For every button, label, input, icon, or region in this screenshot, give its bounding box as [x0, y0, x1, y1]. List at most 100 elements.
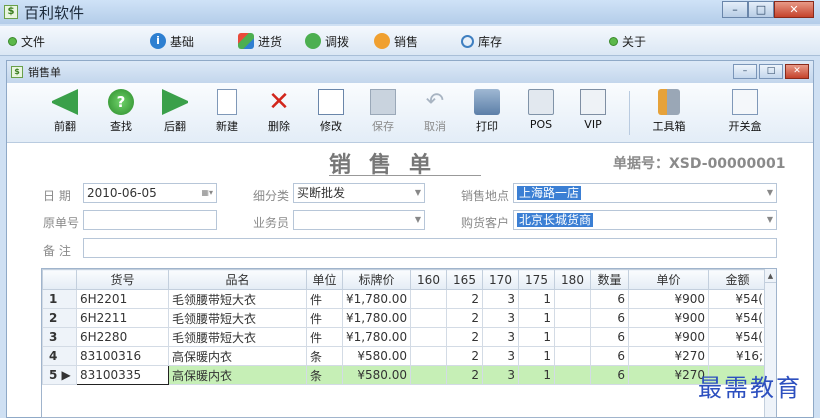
cell-s165[interactable]: 2 [446, 346, 483, 366]
cell-list-price[interactable]: ¥1,780.00 [342, 327, 411, 347]
cell-unit[interactable]: 条 [306, 365, 343, 385]
column-header[interactable]: 160 [410, 269, 447, 290]
maximize-button[interactable]: □ [748, 1, 774, 18]
cell-s165[interactable]: 2 [446, 365, 483, 385]
cell-s175[interactable]: 1 [518, 289, 555, 309]
cashbox-button[interactable]: 开关盒 [723, 87, 767, 139]
column-header[interactable]: 180 [554, 269, 591, 290]
scroll-up-icon[interactable]: ▲ [765, 269, 776, 283]
print-button[interactable]: 打印 [465, 87, 509, 139]
cell-s160[interactable] [410, 346, 447, 366]
customer-select[interactable]: 北京长城货商 ▼ [513, 210, 777, 230]
items-grid[interactable]: 货号 品名 单位 标牌价 160 165 170 175 180 数量 单价 金… [41, 268, 777, 418]
calendar-dropdown-icon[interactable]: ▦▾ [201, 184, 213, 202]
cell-s160[interactable] [410, 289, 447, 309]
child-maximize-button[interactable]: □ [759, 64, 783, 79]
cell-code[interactable]: 83100335 [76, 365, 169, 385]
find-button[interactable]: ? 查找 [99, 87, 143, 139]
cell-code[interactable]: 6H2211 [76, 308, 169, 328]
cell-s170[interactable]: 3 [482, 327, 519, 347]
menu-purchase[interactable]: 进货 [238, 31, 282, 51]
date-field[interactable]: 2010-06-05 ▦▾ [83, 183, 217, 203]
cell-list-price[interactable]: ¥1,780.00 [342, 289, 411, 309]
note-field[interactable] [83, 238, 777, 258]
cell-amount[interactable]: ¥16; [708, 346, 767, 366]
table-row[interactable]: 1 6H2201 毛领腰带短大衣件 ¥1,780.00 2 3 1 6 ¥900 ¥54( [42, 289, 767, 309]
cell-price[interactable]: ¥900 [628, 289, 709, 309]
cell-amount[interactable]: ¥54( [708, 327, 767, 347]
edit-button[interactable]: 修改 [309, 87, 353, 139]
location-select[interactable]: 上海路一店 ▼ [513, 183, 777, 203]
cell-list-price[interactable]: ¥580.00 [342, 365, 411, 385]
table-row[interactable]: 2 6H2211 毛领腰带短大衣件 ¥1,780.00 2 3 1 6 ¥900 ¥54( [42, 308, 767, 328]
cell-price[interactable]: ¥900 [628, 327, 709, 347]
cell-unit[interactable]: 件 [306, 308, 343, 328]
column-header[interactable]: 165 [446, 269, 483, 290]
cell-name[interactable]: 高保暖内衣 [168, 346, 307, 366]
cell-s170[interactable]: 3 [482, 346, 519, 366]
delete-button[interactable]: ✕ 删除 [257, 87, 301, 139]
cell-s170[interactable]: 3 [482, 365, 519, 385]
cell-code[interactable]: 6H2280 [76, 327, 169, 347]
cell-s180[interactable] [554, 289, 591, 309]
cell-amount[interactable]: ¥54( [708, 308, 767, 328]
cell-s160[interactable] [410, 327, 447, 347]
cell-s165[interactable]: 2 [446, 308, 483, 328]
column-header[interactable]: 单位 [306, 269, 343, 290]
menu-inventory[interactable]: 库存 [461, 31, 502, 51]
cell-qty[interactable]: 6 [590, 346, 629, 366]
cell-price[interactable]: ¥270 [628, 365, 709, 385]
cell-name[interactable]: 高保暖内衣 [168, 365, 307, 385]
cell-code[interactable]: 83100316 [76, 346, 169, 366]
column-header[interactable]: 单价 [628, 269, 709, 290]
cell-s175[interactable]: 1 [518, 365, 555, 385]
menu-sales[interactable]: 销售 [374, 31, 418, 51]
cell-amount[interactable]: ¥54( [708, 289, 767, 309]
menu-transfer[interactable]: 调拨 [305, 31, 349, 51]
cell-name[interactable]: 毛领腰带短大衣 [168, 327, 307, 347]
child-minimize-button[interactable]: – [733, 64, 757, 79]
cell-list-price[interactable]: ¥580.00 [342, 346, 411, 366]
tools-button[interactable]: 工具箱 [647, 87, 691, 139]
child-close-button[interactable]: ✕ [785, 64, 809, 79]
prev-button[interactable]: 前翻 [43, 87, 87, 139]
cell-s160[interactable] [410, 365, 447, 385]
clerk-select[interactable]: ▼ [293, 210, 425, 230]
cell-s180[interactable] [554, 327, 591, 347]
column-header[interactable]: 品名 [168, 269, 307, 290]
cell-unit[interactable]: 条 [306, 346, 343, 366]
menu-about[interactable]: 关于 [609, 31, 646, 51]
column-header[interactable]: 货号 [76, 269, 169, 290]
cell-qty[interactable]: 6 [590, 365, 629, 385]
table-row[interactable]: 4 83100316 高保暖内衣条 ¥580.00 2 3 1 6 ¥270 ¥16; [42, 346, 767, 366]
cell-s160[interactable] [410, 308, 447, 328]
table-row[interactable]: 3 6H2280 毛领腰带短大衣件 ¥1,780.00 2 3 1 6 ¥900 ¥54( [42, 327, 767, 347]
cell-qty[interactable]: 6 [590, 308, 629, 328]
menu-file[interactable]: 文件 [8, 31, 45, 51]
category-select[interactable]: 买断批发 ▼ [293, 183, 425, 203]
minimize-button[interactable]: – [722, 1, 748, 18]
close-button[interactable]: ✕ [774, 1, 814, 18]
cell-price[interactable]: ¥270 [628, 346, 709, 366]
cell-list-price[interactable]: ¥1,780.00 [342, 308, 411, 328]
cell-name[interactable]: 毛领腰带短大衣 [168, 289, 307, 309]
cell-s165[interactable]: 2 [446, 289, 483, 309]
cell-s175[interactable]: 1 [518, 346, 555, 366]
cell-s180[interactable] [554, 346, 591, 366]
cell-unit[interactable]: 件 [306, 327, 343, 347]
pos-button[interactable]: POS [519, 87, 563, 139]
next-button[interactable]: 后翻 [153, 87, 197, 139]
cell-s180[interactable] [554, 365, 591, 385]
cell-s180[interactable] [554, 308, 591, 328]
cell-code[interactable]: 6H2201 [76, 289, 169, 309]
column-header[interactable]: 数量 [590, 269, 629, 290]
column-header[interactable]: 金额 [708, 269, 767, 290]
cancel-button[interactable]: ↶ 取消 [413, 87, 457, 139]
cell-s165[interactable]: 2 [446, 327, 483, 347]
new-button[interactable]: 新建 [205, 87, 249, 139]
column-header[interactable]: 175 [518, 269, 555, 290]
cell-name[interactable]: 毛领腰带短大衣 [168, 308, 307, 328]
cell-s170[interactable]: 3 [482, 308, 519, 328]
table-row[interactable]: 5 ▶ 83100335 高保暖内衣条 ¥580.00 2 3 1 6 ¥270 [42, 365, 767, 385]
column-header[interactable]: 标牌价 [342, 269, 411, 290]
